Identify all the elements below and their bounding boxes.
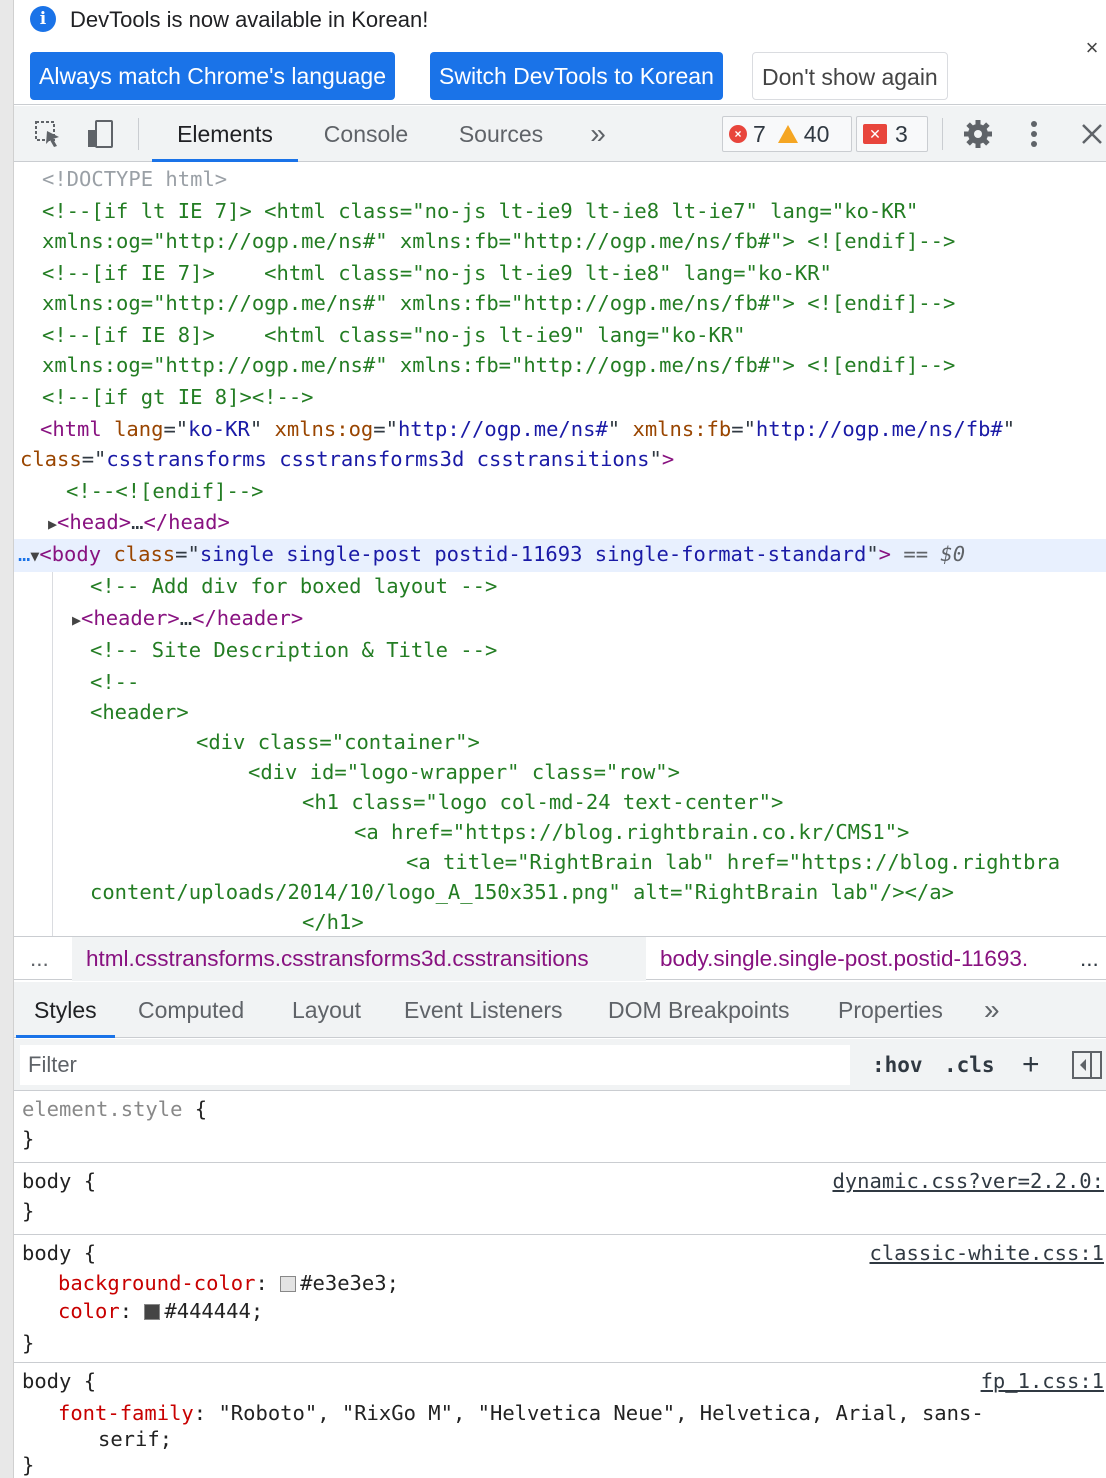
comment-text: </h1> — [302, 910, 364, 934]
breadcrumb-body[interactable]: body.single.single-post.postid-11693. — [660, 937, 1080, 981]
style-rule-body-classic[interactable]: body { classic-white.css:1 background-co… — [14, 1235, 1106, 1363]
source-link[interactable]: classic-white.css:1 — [870, 1239, 1105, 1267]
rule-selector: body { — [22, 1369, 97, 1393]
filter-input[interactable] — [20, 1045, 850, 1085]
toolbar-separator — [138, 118, 139, 150]
issues-icon: ✕ — [863, 124, 887, 144]
cls-toggle-button[interactable]: .cls — [944, 1045, 995, 1085]
comment-node[interactable]: <!--[if IE 7]> <html class="no-js lt-ie9… — [42, 258, 832, 289]
elements-tree[interactable]: <!DOCTYPE html> <!--[if lt IE 7]> <html … — [14, 162, 1106, 936]
rule-selector: body { — [22, 1169, 97, 1193]
device-toolbar-icon[interactable] — [82, 116, 118, 152]
comment-node-cont: xmlns:og="http://ogp.me/ns#" xmlns:fb="h… — [42, 353, 956, 377]
more-subtabs-chevron-icon[interactable]: » — [984, 982, 1000, 1038]
toolbar-separator — [942, 118, 943, 150]
devtools-window: i DevTools is now available in Korean! A… — [14, 0, 1106, 1478]
language-infobar: i DevTools is now available in Korean! A… — [14, 0, 1106, 105]
sidebar-tabs: Styles Computed Layout Event Listeners D… — [14, 982, 1106, 1038]
rule-close: } — [22, 1453, 35, 1477]
always-match-language-button[interactable]: Always match Chrome's language — [30, 52, 395, 100]
comment-text: <div id="logo-wrapper" class="row"> — [248, 760, 680, 784]
console-counts-badge[interactable]: × 7 40 — [722, 116, 852, 152]
rule-close: } — [22, 1127, 35, 1151]
html-node[interactable]: <html lang="ko-KR" xmlns:og="http://ogp.… — [40, 414, 1015, 445]
tab-dom-breakpoints[interactable]: DOM Breakpoints — [608, 982, 790, 1038]
tab-layout[interactable]: Layout — [292, 982, 361, 1038]
infobar-message: DevTools is now available in Korean! — [70, 7, 429, 32]
html-node-cont: class="csstransforms csstransforms3d css… — [20, 447, 675, 471]
css-declaration[interactable]: font-family: "Roboto", "RixGo M", "Helve… — [58, 1399, 984, 1427]
comment-text: <a title="RightBrain lab" href="https://… — [406, 850, 1061, 874]
styles-filter-bar: :hov .cls + — [14, 1039, 1106, 1091]
style-rule-body-dynamic[interactable]: body { dynamic.css?ver=2.2.0: } — [14, 1163, 1106, 1235]
expand-triangle-icon: ▶ — [48, 515, 58, 533]
switch-to-korean-button[interactable]: Switch DevTools to Korean — [430, 52, 723, 100]
tab-computed[interactable]: Computed — [138, 982, 244, 1038]
more-options-kebab-icon[interactable] — [1016, 116, 1052, 152]
info-icon: i — [30, 6, 56, 32]
dont-show-again-button[interactable]: Don't show again — [752, 52, 948, 100]
comment-text: <a href="https://blog.rightbrain.co.kr/C… — [354, 820, 910, 844]
main-toolbar: Elements Console Sources » × 7 40 ✕ 3 — [14, 106, 1106, 162]
source-link[interactable]: fp_1.css:1 — [981, 1367, 1104, 1395]
tab-styles[interactable]: Styles — [16, 982, 115, 1038]
comment-node[interactable]: <!--<![endif]--> — [66, 476, 263, 507]
indent-guide — [52, 572, 53, 936]
rule-selector: body { — [22, 1241, 97, 1265]
css-declaration[interactable]: color: #444444; — [58, 1297, 263, 1325]
breadcrumb-html[interactable]: html.csstransforms.csstransforms3d.csstr… — [72, 937, 646, 981]
body-node[interactable]: …▼<body class="single single-post postid… — [18, 539, 965, 570]
tab-sources[interactable]: Sources — [442, 106, 560, 162]
color-swatch — [144, 1304, 161, 1320]
issues-count: 3 — [895, 120, 908, 147]
style-rule-body-fp[interactable]: body { fp_1.css:1 font-family: "Roboto",… — [14, 1363, 1106, 1478]
comment-text: <div class="container"> — [196, 730, 480, 754]
expand-triangle-icon: ▶ — [72, 611, 82, 629]
breadcrumb-overflow[interactable]: ... — [30, 937, 70, 981]
css-declaration-cont: serif; — [98, 1427, 173, 1451]
color-swatch — [280, 1276, 297, 1292]
comment-text: content/uploads/2014/10/logo_A_150x351.p… — [90, 880, 954, 904]
hov-toggle-button[interactable]: :hov — [872, 1045, 923, 1085]
style-rule-element[interactable]: element.style { } — [14, 1091, 1106, 1163]
comment-node[interactable]: <!-- Site Description & Title --> — [90, 635, 497, 666]
source-link[interactable]: dynamic.css?ver=2.2.0: — [832, 1167, 1104, 1195]
close-devtools-icon[interactable] — [1074, 116, 1106, 152]
warning-count: 40 — [803, 120, 830, 147]
rule-close: } — [22, 1331, 35, 1355]
comment-text: <h1 class="logo col-md-24 text-center"> — [302, 790, 784, 814]
comment-node[interactable]: <!--[if lt IE 7]> <html class="no-js lt-… — [42, 196, 918, 227]
close-icon[interactable]: × — [1078, 34, 1106, 62]
comment-text: <header> — [90, 700, 189, 724]
header-node[interactable]: ▶<header>…</header> — [72, 603, 303, 634]
more-tabs-chevron-icon[interactable]: » — [580, 106, 616, 162]
styles-pane: element.style { } body { dynamic.css?ver… — [14, 1091, 1106, 1478]
rule-close: } — [22, 1199, 35, 1223]
toggle-sidebar-icon[interactable] — [1072, 1051, 1102, 1079]
comment-node[interactable]: <!-- Add div for boxed layout --> — [90, 571, 497, 602]
error-count: 7 — [753, 120, 766, 147]
breadcrumb: ... html.csstransforms.csstransforms3d.c… — [14, 936, 1106, 981]
settings-gear-icon[interactable] — [960, 116, 996, 152]
new-style-rule-icon[interactable]: + — [1022, 1045, 1040, 1085]
comment-node[interactable]: <!--[if gt IE 8]><!--> — [42, 382, 314, 413]
breadcrumb-more[interactable]: ... — [1080, 937, 1106, 981]
comment-node-cont: xmlns:og="http://ogp.me/ns#" xmlns:fb="h… — [42, 291, 956, 315]
tab-event-listeners[interactable]: Event Listeners — [404, 982, 563, 1038]
left-edge-strip — [0, 0, 14, 1478]
comment-node-cont: xmlns:og="http://ogp.me/ns#" xmlns:fb="h… — [42, 229, 956, 253]
doctype-node[interactable]: <!DOCTYPE html> — [42, 164, 227, 195]
comment-node[interactable]: <!--[if IE 8]> <html class="no-js lt-ie9… — [42, 320, 746, 351]
error-icon: × — [729, 125, 747, 143]
tab-elements[interactable]: Elements — [152, 106, 298, 162]
comment-node[interactable]: <!-- — [90, 667, 139, 698]
head-node[interactable]: ▶<head>…</head> — [48, 507, 230, 538]
element-style-selector: element.style { — [22, 1097, 208, 1121]
inspect-element-icon[interactable] — [30, 116, 66, 152]
css-declaration[interactable]: background-color: #e3e3e3; — [58, 1269, 399, 1297]
tab-console[interactable]: Console — [306, 106, 426, 162]
warning-icon — [777, 125, 798, 143]
issues-badge[interactable]: ✕ 3 — [856, 116, 928, 152]
tab-properties[interactable]: Properties — [838, 982, 943, 1038]
